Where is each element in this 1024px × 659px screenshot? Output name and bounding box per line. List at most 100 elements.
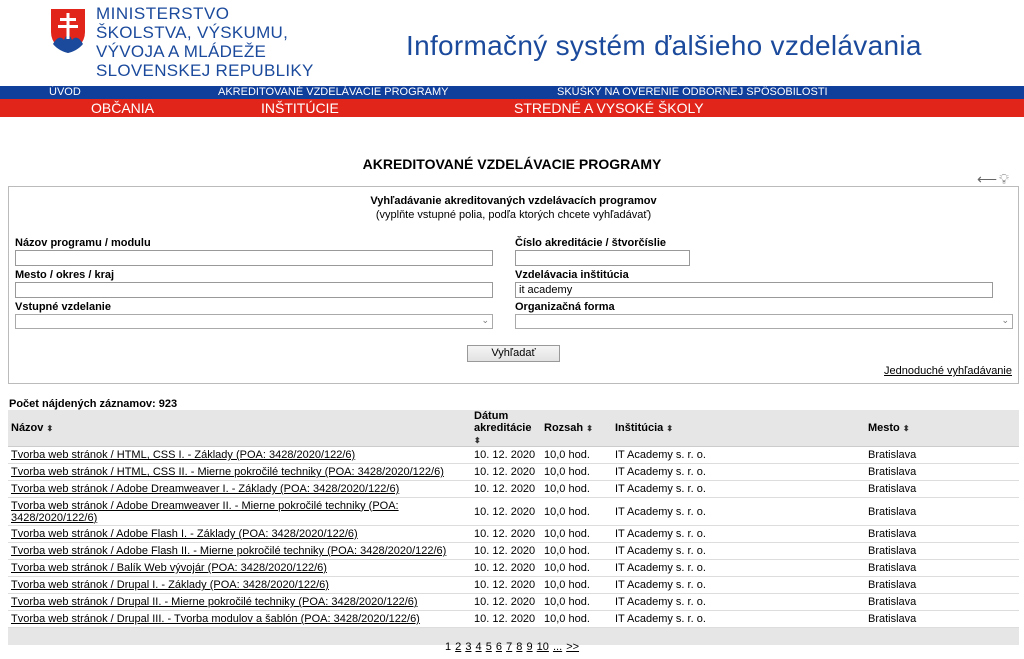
cell-institution: IT Academy s. r. o. — [612, 525, 865, 543]
program-link[interactable]: Tvorba web stránok / Drupal I. - Základy… — [11, 579, 329, 591]
cell-city: Bratislava — [865, 525, 1019, 543]
table-header-row: Názov ⬍ Dátum akreditácie ⬍ Rozsah ⬍ Inšt… — [8, 410, 1019, 447]
column-header-name[interactable]: Názov ⬍ — [8, 410, 471, 447]
site-header: MINISTERSTVO ŠKOLSTVA, VÝSKUMU, VÝVOJA A… — [0, 0, 1024, 86]
sort-icon: ⬍ — [586, 424, 593, 433]
organization-form-label: Organizačná forma — [515, 301, 615, 313]
page-link-3[interactable]: 3 — [465, 641, 471, 653]
column-range-label: Rozsah — [544, 422, 584, 434]
cell-institution: IT Academy s. r. o. — [612, 463, 865, 481]
cell-institution: IT Academy s. r. o. — [612, 446, 865, 464]
ministry-name: MINISTERSTVO ŠKOLSTVA, VÝSKUMU, VÝVOJA A… — [96, 4, 314, 80]
chevron-down-icon: ⌄ — [481, 315, 489, 325]
column-city-label: Mesto — [868, 422, 900, 434]
program-name-label: Názov programu / modulu — [15, 237, 151, 249]
cell-institution: IT Academy s. r. o. — [612, 593, 865, 611]
table-row: Tvorba web stránok / Adobe Dreamweaver I… — [8, 497, 1019, 526]
column-header-date[interactable]: Dátum akreditácie ⬍ — [471, 410, 541, 447]
program-link[interactable]: Tvorba web stránok / HTML, CSS I. - Zákl… — [11, 449, 355, 461]
table-row: Tvorba web stránok / HTML, CSS II. - Mie… — [8, 463, 1019, 481]
cell-range: 10,0 hod. — [541, 446, 612, 464]
column-header-institution[interactable]: Inštitúcia ⬍ — [612, 410, 865, 447]
search-form-subtitle: (vyplňte vstupné polia, podľa ktorých ch… — [375, 209, 652, 221]
program-link[interactable]: Tvorba web stránok / HTML, CSS II. - Mie… — [11, 466, 444, 478]
nav-item-accredited-programs[interactable]: AKREDITOVANÉ VZDELÁVACIE PROGRAMY — [218, 86, 448, 99]
column-header-city[interactable]: Mesto ⬍ — [865, 410, 1019, 447]
program-link[interactable]: Tvorba web stránok / Adobe Flash I. - Zá… — [11, 528, 358, 540]
back-arrow-icon[interactable]: ⟵ — [977, 171, 997, 187]
cell-date: 10. 12. 2020 — [471, 446, 541, 464]
cell-date: 10. 12. 2020 — [471, 610, 541, 628]
nav-item-uvod[interactable]: ÚVOD — [49, 86, 81, 99]
cell-date: 10. 12. 2020 — [471, 480, 541, 498]
page-link-4[interactable]: 4 — [476, 641, 482, 653]
program-link[interactable]: Tvorba web stránok / Drupal III. - Tvorb… — [11, 613, 420, 625]
cell-range: 10,0 hod. — [541, 610, 612, 628]
simple-search-link[interactable]: Jednoduché vyhľadávanie — [884, 365, 1012, 377]
site-title: Informačný systém ďalšieho vzdelávania — [406, 30, 922, 61]
cell-range: 10,0 hod. — [541, 463, 612, 481]
cell-name: Tvorba web stránok / Drupal II. - Mierne… — [8, 593, 471, 611]
program-link[interactable]: Tvorba web stránok / Adobe Flash II. - M… — [11, 545, 446, 557]
pagination: 1 2 3 4 5 6 7 8 9 10 ... >> — [0, 641, 1024, 653]
nav-item-schools[interactable]: STREDNÉ A VYSOKÉ ŠKOLY — [514, 99, 704, 117]
nav-item-citizens[interactable]: OBČANIA — [91, 99, 154, 117]
page-link-next[interactable]: >> — [566, 641, 579, 653]
cell-city: Bratislava — [865, 559, 1019, 577]
cell-city: Bratislava — [865, 446, 1019, 464]
chevron-down-icon: ⌄ — [1001, 315, 1009, 325]
sort-icon: ⬍ — [902, 424, 910, 433]
ministry-line-1: MINISTERSTVO — [96, 4, 230, 23]
page-link-9[interactable]: 9 — [526, 641, 532, 653]
column-date-label-1: Dátum — [474, 410, 509, 422]
cell-city: Bratislava — [865, 463, 1019, 481]
program-link[interactable]: Tvorba web stránok / Adobe Dreamweaver I… — [11, 483, 399, 495]
ministry-line-4: SLOVENSKEJ REPUBLIKY — [96, 61, 314, 80]
program-link[interactable]: Tvorba web stránok / Adobe Dreamweaver I… — [11, 500, 399, 524]
cell-range: 10,0 hod. — [541, 480, 612, 498]
column-name-label: Názov — [11, 422, 44, 434]
sort-icon: ⬍ — [46, 424, 54, 433]
accreditation-number-input[interactable] — [515, 250, 690, 266]
nav-item-exams[interactable]: SKÚŠKY NA OVERENIE ODBORNEJ SPÔSOBILOSTI — [557, 86, 828, 99]
entry-education-select[interactable]: ⌄ — [15, 314, 493, 329]
cell-date: 10. 12. 2020 — [471, 542, 541, 560]
page-link-ellipsis[interactable]: ... — [553, 641, 562, 653]
table-row: Tvorba web stránok / Adobe Flash I. - Zá… — [8, 525, 1019, 543]
cell-institution: IT Academy s. r. o. — [612, 480, 865, 498]
top-nav: ÚVOD AKREDITOVANÉ VZDELÁVACIE PROGRAMY S… — [0, 86, 1024, 99]
nav-item-institutions[interactable]: INŠTITÚCIE — [261, 99, 339, 117]
cell-city: Bratislava — [865, 593, 1019, 611]
page-link-1[interactable]: 1 — [445, 641, 451, 653]
program-link[interactable]: Tvorba web stránok / Drupal II. - Mierne… — [11, 596, 418, 608]
cell-range: 10,0 hod. — [541, 497, 612, 526]
cell-range: 10,0 hod. — [541, 593, 612, 611]
program-link[interactable]: Tvorba web stránok / Balík Web vývojár (… — [11, 562, 327, 574]
page-link-6[interactable]: 6 — [496, 641, 502, 653]
cell-institution: IT Academy s. r. o. — [612, 497, 865, 526]
column-header-range[interactable]: Rozsah ⬍ — [541, 410, 612, 447]
organization-form-select[interactable]: ⌄ — [515, 314, 1013, 329]
page-link-10[interactable]: 10 — [537, 641, 549, 653]
cell-city: Bratislava — [865, 610, 1019, 628]
institution-input[interactable] — [515, 282, 993, 298]
table-row: Tvorba web stránok / HTML, CSS I. - Zákl… — [8, 446, 1019, 464]
page-link-7[interactable]: 7 — [506, 641, 512, 653]
page-link-5[interactable]: 5 — [486, 641, 492, 653]
page-link-8[interactable]: 8 — [516, 641, 522, 653]
page-link-2[interactable]: 2 — [455, 641, 461, 653]
cell-institution: IT Academy s. r. o. — [612, 610, 865, 628]
cell-name: Tvorba web stránok / Balík Web vývojár (… — [8, 559, 471, 577]
cell-date: 10. 12. 2020 — [471, 576, 541, 594]
lightbulb-icon[interactable]: 💡︎ — [999, 171, 1009, 187]
search-button[interactable]: Vyhľadať — [467, 345, 560, 362]
table-row: Tvorba web stránok / Adobe Dreamweaver I… — [8, 480, 1019, 498]
results-table: Názov ⬍ Dátum akreditácie ⬍ Rozsah ⬍ Inšt… — [8, 410, 1019, 645]
cell-city: Bratislava — [865, 480, 1019, 498]
table-row: Tvorba web stránok / Adobe Flash II. - M… — [8, 542, 1019, 560]
program-name-input[interactable] — [15, 250, 493, 266]
cell-date: 10. 12. 2020 — [471, 525, 541, 543]
location-input[interactable] — [15, 282, 493, 298]
cell-name: Tvorba web stránok / HTML, CSS I. - Zákl… — [8, 446, 471, 464]
accreditation-number-label: Číslo akreditácie / štvorčíslie — [515, 237, 667, 249]
